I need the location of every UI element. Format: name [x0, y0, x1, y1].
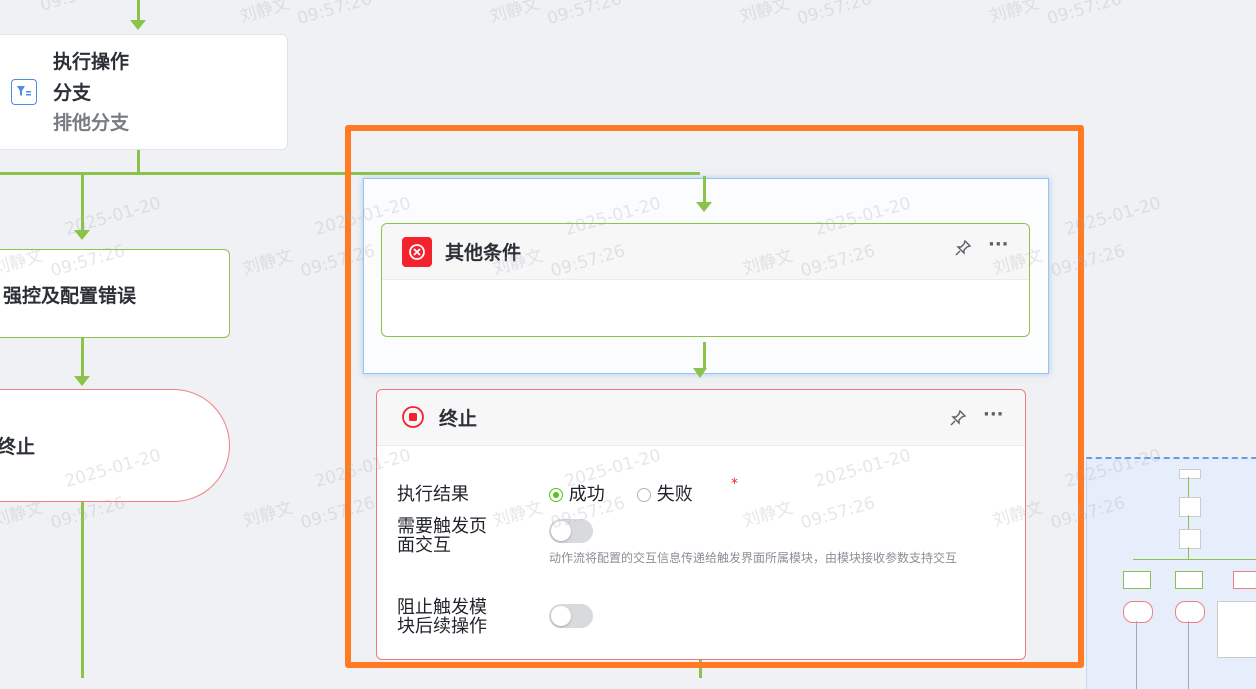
- filter-icon: [11, 79, 37, 105]
- watermark-name: 刘静文: [737, 0, 792, 28]
- watermark-name: 刘静文: [487, 0, 542, 28]
- watermark-name: 刘静文: [237, 0, 292, 28]
- branch-subtitle: 排他分支: [53, 112, 130, 134]
- action-node[interactable]: 强控及配置错误: [0, 249, 230, 338]
- watermark-time: 09:57:26: [795, 0, 875, 30]
- end-node-label: 终止: [0, 436, 36, 458]
- watermark-time: 09:57:26: [545, 0, 625, 30]
- branch-title-line2: 分支: [53, 82, 92, 104]
- highlight-box: [345, 125, 1084, 668]
- watermark-time: 09:57:26: [0, 0, 117, 26]
- branch-title-line1: 执行操作: [53, 51, 130, 73]
- watermark-time: 09:57:26: [1045, 0, 1125, 30]
- branch-node[interactable]: 执行操作 分支 排他分支: [0, 34, 288, 150]
- watermark-name: 刘静文: [987, 0, 1042, 28]
- minimap[interactable]: [1086, 457, 1256, 689]
- end-node[interactable]: 终止: [0, 389, 230, 502]
- action-node-label: 强控及配置错误: [3, 285, 137, 307]
